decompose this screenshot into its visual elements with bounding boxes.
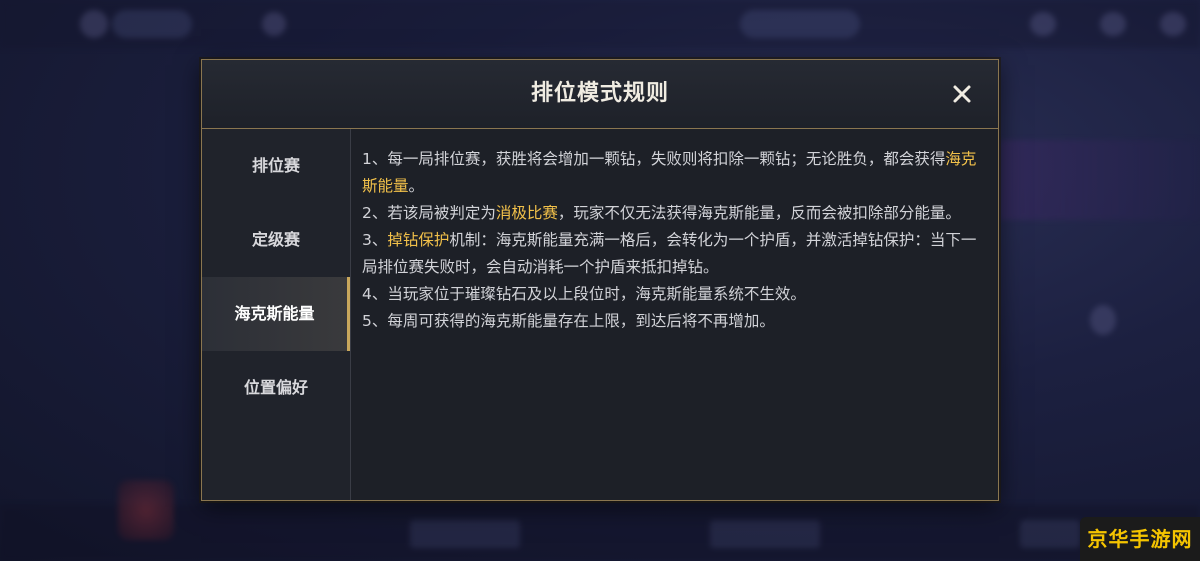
rule-item: 3、掉钻保护机制：海克斯能量充满一格后，会转化为一个护盾，并激活掉钻保护：当下一… — [362, 227, 977, 281]
background-icon — [1160, 12, 1186, 36]
background-icon — [1100, 12, 1126, 36]
rule-text: 3、 — [362, 231, 388, 249]
background-card — [1000, 140, 1200, 220]
modal-header: 排位模式规则 — [202, 60, 998, 129]
rule-text: 机制：海克斯能量充满一格后，会转化为一个护盾，并激活掉钻保护：当下一局排位赛失败… — [362, 231, 977, 276]
rule-highlight: 消极比赛 — [495, 204, 558, 222]
background-button — [1020, 520, 1080, 548]
background-icon — [262, 12, 286, 36]
rule-highlight: 掉钻保护 — [387, 231, 450, 249]
background-icon — [1090, 305, 1116, 335]
rule-item: 5、每周可获得的海克斯能量存在上限，到达后将不再增加。 — [362, 308, 977, 335]
rule-text: ，玩家不仅无法获得海克斯能量，反而会被扣除部分能量。 — [557, 204, 961, 222]
tab-placement[interactable]: 定级赛 — [202, 203, 350, 277]
site-watermark: 京华手游网 — [1080, 517, 1200, 561]
background-button — [410, 520, 520, 548]
tab-position-preference[interactable]: 位置偏好 — [202, 351, 350, 425]
rule-text: 1、每一局排位赛，获胜将会增加一颗钻，失败则将扣除一颗钻；无论胜负，都会获得 — [362, 150, 946, 168]
rule-text: 4、当玩家位于璀璨钻石及以上段位时，海克斯能量系统不生效。 — [362, 285, 806, 303]
background-button — [710, 520, 820, 548]
background-red-icon — [118, 480, 174, 540]
rule-item: 4、当玩家位于璀璨钻石及以上段位时，海克斯能量系统不生效。 — [362, 281, 977, 308]
rule-text: 5、每周可获得的海克斯能量存在上限，到达后将不再增加。 — [362, 312, 775, 330]
rule-item: 2、若该局被判定为消极比赛，玩家不仅无法获得海克斯能量，反而会被扣除部分能量。 — [362, 200, 977, 227]
rule-item: 1、每一局排位赛，获胜将会增加一颗钻，失败则将扣除一颗钻；无论胜负，都会获得海克… — [362, 146, 977, 200]
modal-title: 排位模式规则 — [530, 81, 669, 106]
rules-modal: 排位模式规则 排位赛 定级赛 海克斯能量 位置偏好 1、每一局排位赛，获胜将会增… — [201, 59, 999, 501]
tab-ranked[interactable]: 排位赛 — [202, 129, 350, 203]
background-pill — [112, 10, 192, 38]
rules-content: 1、每一局排位赛，获胜将会增加一颗钻，失败则将扣除一颗钻；无论胜负，都会获得海克… — [362, 146, 977, 335]
close-icon — [953, 85, 971, 103]
rule-text: 。 — [408, 177, 425, 195]
sidebar: 排位赛 定级赛 海克斯能量 位置偏好 — [202, 129, 351, 500]
background-avatar — [80, 10, 108, 38]
tab-hextech-energy[interactable]: 海克斯能量 — [202, 277, 350, 351]
close-button[interactable] — [946, 78, 978, 110]
background-pill — [740, 10, 860, 38]
background-icon — [1030, 12, 1056, 36]
rule-text: 2、若该局被判定为 — [362, 204, 496, 222]
